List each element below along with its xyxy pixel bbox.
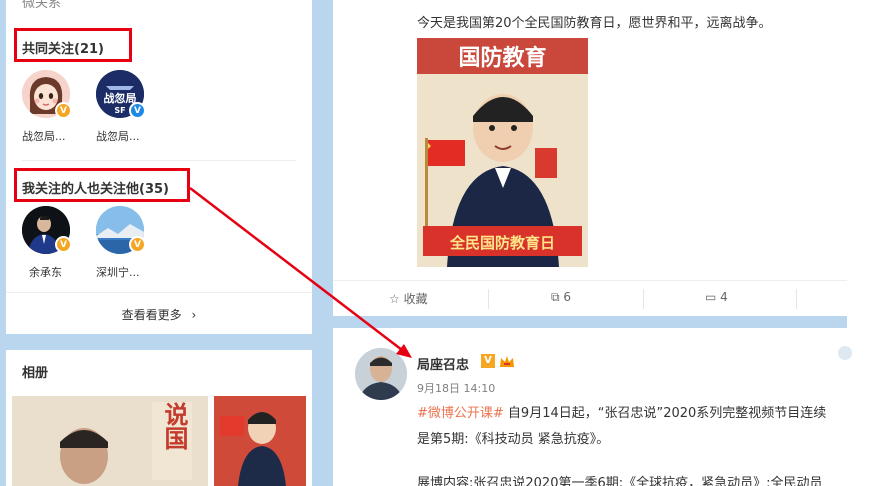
post-actions: ☆ 收藏 ⧉ 6 ▭ 4 bbox=[333, 280, 847, 316]
favorite-button[interactable]: ☆ 收藏 bbox=[389, 290, 428, 307]
svg-text:SF: SF bbox=[114, 106, 125, 115]
mutual-user-name[interactable]: 战忽局... bbox=[96, 128, 140, 144]
verified-gold-icon: V bbox=[129, 236, 146, 253]
post-text-line: 展博内容:张召忠说2020第一季6期:《全球抗疫，紧急动员》:全民动员 bbox=[417, 476, 823, 486]
album-thumb[interactable]: 说国 bbox=[12, 396, 208, 486]
divider bbox=[22, 160, 296, 161]
cartoon-officer-thumb-icon bbox=[214, 396, 306, 486]
relationships-card: 微关系 共同关注(21) V 战忽局... 战忽局 SF V 战忽局... 我关… bbox=[6, 0, 312, 334]
view-more-link[interactable]: 查看看更多 › bbox=[6, 306, 312, 323]
relationships-title: 微关系 bbox=[22, 0, 62, 11]
star-icon: ☆ bbox=[389, 292, 400, 306]
author-photo-icon bbox=[355, 348, 407, 400]
repost-icon: ⧉ bbox=[551, 290, 560, 304]
post-time[interactable]: 9月18日 14:10 bbox=[417, 380, 495, 396]
scroll-indicator-icon bbox=[838, 346, 852, 360]
right-panel-edge bbox=[847, 0, 884, 486]
album-thumb-text: 说国 bbox=[160, 402, 188, 450]
post-text-line: 是第5期:《科技动员 紧急抗疫》。 bbox=[417, 432, 610, 447]
author-name[interactable]: 局座召忠 bbox=[417, 354, 469, 373]
followed-user-name[interactable]: 深圳宁... bbox=[96, 264, 140, 280]
comment-count: 4 bbox=[720, 290, 728, 304]
divider bbox=[488, 289, 489, 309]
post-text-segment: 自9月14日起，“张召忠说”2020系列完整视频节目连续 bbox=[503, 406, 827, 421]
feed-post: 局座召忠 V 9月18日 14:10 #微博公开课# 自9月14日起，“张召忠说… bbox=[333, 328, 847, 486]
album-thumb[interactable] bbox=[214, 396, 306, 486]
divider bbox=[796, 289, 797, 309]
verified-gold-icon: V bbox=[55, 236, 72, 253]
topic-link[interactable]: #微博公开课# bbox=[417, 406, 504, 421]
followed-user-name[interactable]: 余承东 bbox=[29, 264, 62, 280]
mutual-follow-title[interactable]: 共同关注(21) bbox=[22, 38, 104, 57]
poster-banner: 全民国防教育日 bbox=[449, 234, 555, 252]
author-avatar[interactable] bbox=[355, 348, 407, 400]
page-gap bbox=[312, 0, 333, 486]
verified-gold-icon: V bbox=[55, 102, 72, 119]
followed-by-follows-title[interactable]: 我关注的人也关注他(35) bbox=[22, 178, 169, 197]
left-sidebar: 微关系 共同关注(21) V 战忽局... 战忽局 SF V 战忽局... 我关… bbox=[6, 0, 312, 486]
post-image[interactable]: 国防教育 全民国防教育日 bbox=[417, 38, 588, 267]
mutual-user-name[interactable]: 战忽局... bbox=[22, 128, 66, 144]
album-title[interactable]: 相册 bbox=[22, 362, 48, 381]
post-text: 今天是我国第20个全民国防教育日，愿世界和平，远离战争。 bbox=[417, 16, 772, 31]
comment-icon: ▭ bbox=[705, 290, 717, 304]
divider bbox=[643, 289, 644, 309]
feed-post: 今天是我国第20个全民国防教育日，愿世界和平，远离战争。 国防教育 全民国防教育… bbox=[333, 0, 847, 316]
repost-count: 6 bbox=[563, 290, 572, 304]
album-card: 相册 说国 bbox=[6, 350, 312, 486]
poster-title: 国防教育 bbox=[458, 46, 547, 71]
view-more-label: 查看看更多 bbox=[121, 308, 182, 322]
divider bbox=[6, 292, 312, 293]
comment-button[interactable]: ▭ 4 bbox=[705, 290, 728, 304]
post-text-line: #微博公开课# 自9月14日起，“张召忠说”2020系列完整视频节目连续 bbox=[417, 402, 826, 421]
verified-blue-icon: V bbox=[129, 102, 146, 119]
member-crown-icon bbox=[499, 354, 515, 368]
repost-button[interactable]: ⧉ 6 bbox=[551, 290, 571, 305]
verified-v-icon: V bbox=[481, 354, 495, 368]
chevron-right-icon: › bbox=[191, 308, 197, 322]
favorite-label: 收藏 bbox=[403, 292, 428, 306]
